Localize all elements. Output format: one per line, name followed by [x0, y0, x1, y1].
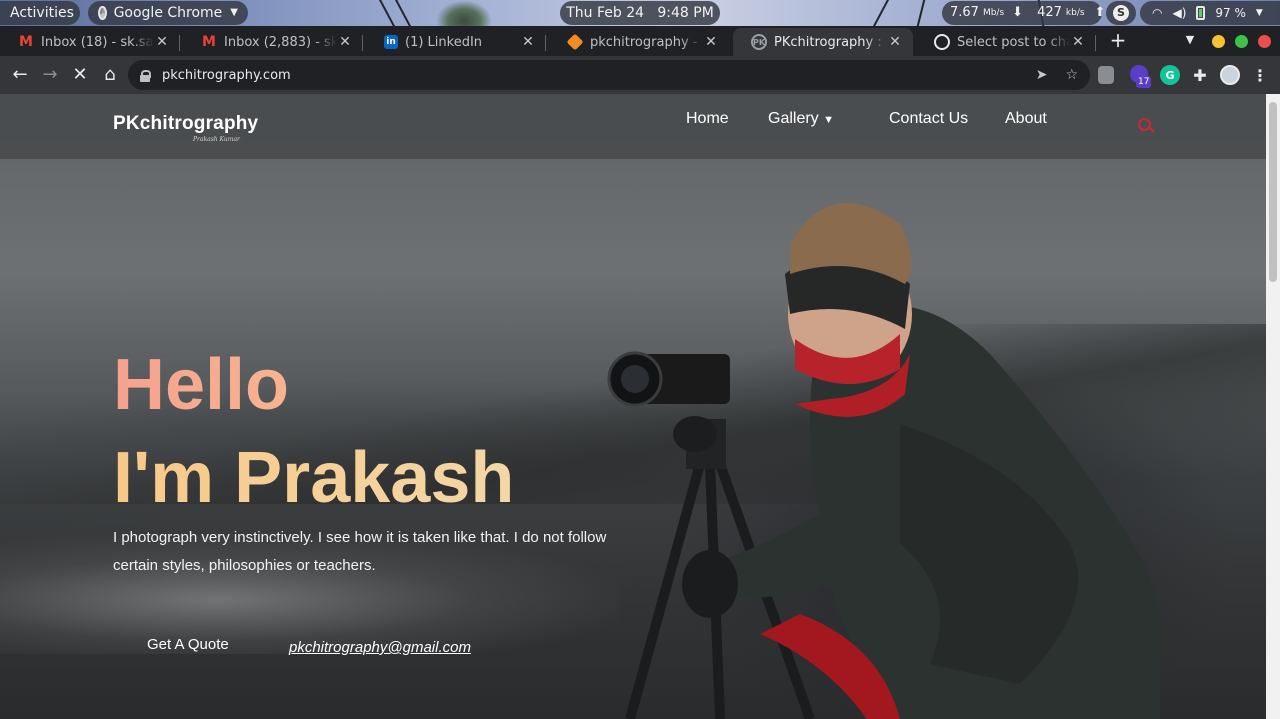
tab-pkchitrography-active[interactable]: PK PKchitrography : D ✕: [733, 28, 913, 56]
site-logo-signature: Prakash Kumar: [193, 136, 240, 143]
address-bar[interactable]: pkchitrography.com ➤ ☆: [128, 60, 1090, 90]
new-tab-button[interactable]: +: [1106, 28, 1130, 52]
skype-icon: S: [1113, 5, 1129, 21]
nav-contact-link[interactable]: Contact Us: [889, 110, 968, 128]
tab-title: pkchitrography - S3: [590, 34, 703, 50]
system-menu-button[interactable]: ◠ ◀) 97 % ▼: [1140, 1, 1280, 25]
tab-gmail-1[interactable]: M Inbox (18) - sk.santosh ✕: [0, 28, 180, 56]
clock-label: Thu Feb 24 9:48 PM: [566, 5, 714, 21]
hero-name: I'm Prakash: [113, 438, 515, 518]
system-top-bar: Activities Google Chrome ▼ Thu Feb 24 9:…: [0, 0, 1280, 26]
wallpaper-line: [872, 0, 890, 26]
profile-avatar[interactable]: [1220, 65, 1240, 85]
maximize-button[interactable]: [1235, 35, 1248, 48]
minimize-button[interactable]: [1212, 35, 1225, 48]
gmail-icon: M: [19, 34, 33, 50]
email-link[interactable]: pkchitrography@gmail.com: [289, 639, 471, 656]
app-menu-label: Google Chrome: [113, 5, 223, 21]
close-icon[interactable]: ✕: [1070, 34, 1086, 50]
stop-loading-icon[interactable]: ✕: [67, 62, 93, 88]
nav-about-link[interactable]: About: [1005, 110, 1047, 128]
net-down-value: 7.67: [950, 5, 979, 20]
tab-title: (1) LinkedIn: [405, 34, 483, 50]
caret-down-icon: ▼: [823, 114, 835, 126]
gmail-icon: M: [202, 34, 216, 50]
tab-select-post[interactable]: Select post to change ✕: [916, 28, 1096, 56]
kebab-menu-icon[interactable]: ⋮: [1250, 65, 1270, 85]
url-text[interactable]: pkchitrography.com: [162, 68, 291, 83]
close-icon[interactable]: ✕: [703, 34, 719, 50]
close-icon[interactable]: ✕: [520, 34, 536, 50]
tab-strip: M Inbox (18) - sk.santosh ✕ M Inbox (2,8…: [0, 26, 1280, 56]
chrome-icon: [98, 6, 107, 20]
tab-title: Inbox (2,883) - skumar: [224, 34, 337, 50]
arrow-down-icon: ⬇: [1012, 5, 1024, 20]
globe-icon: [934, 34, 950, 50]
grammarly-icon[interactable]: G: [1160, 65, 1180, 85]
activities-label: Activities: [10, 5, 74, 21]
close-icon[interactable]: ✕: [887, 34, 903, 50]
nav-home-link[interactable]: Home: [686, 110, 729, 128]
nav-gallery-label: Gallery: [768, 110, 819, 127]
arrow-up-icon: ⬆: [1094, 5, 1106, 20]
scrollbar-thumb[interactable]: [1269, 102, 1277, 282]
net-down-unit: Mb/s: [982, 8, 1005, 18]
page-scrollbar[interactable]: [1266, 94, 1280, 719]
send-icon[interactable]: ➤: [1036, 67, 1048, 83]
wallpaper-line: [915, 0, 927, 26]
net-speed-indicator[interactable]: 7.67 Mb/s ⬇ 427 kb/s ⬆: [942, 1, 1105, 25]
get-quote-button[interactable]: Get A Quote: [147, 636, 229, 653]
back-arrow-icon[interactable]: ←: [7, 62, 33, 88]
tab-linkedin[interactable]: in (1) LinkedIn ✕: [366, 28, 546, 56]
linkedin-icon: in: [384, 35, 398, 49]
wallpaper-line: [394, 0, 412, 26]
hero-greeting: Hello: [113, 345, 290, 425]
skype-tray-button[interactable]: S: [1106, 1, 1136, 25]
photographer-photo: [607, 203, 1162, 719]
battery-label: 97 %: [1215, 6, 1246, 20]
star-bookmark-icon[interactable]: ☆: [1065, 67, 1078, 83]
net-up-unit: kb/s: [1065, 8, 1085, 18]
tab-gmail-2[interactable]: M Inbox (2,883) - skumar ✕: [183, 28, 363, 56]
battery-icon: [1196, 6, 1206, 20]
volume-icon: ◀): [1172, 6, 1187, 20]
tab-title: PKchitrography : D: [774, 34, 887, 50]
site-navbar: PKchitrography Prakash Kumar Home Galler…: [0, 94, 1266, 159]
activities-button[interactable]: Activities: [0, 1, 80, 25]
home-icon[interactable]: ⌂: [97, 62, 123, 88]
hero-description: I photograph very instinctively. I see h…: [113, 529, 607, 574]
close-icon[interactable]: ✕: [154, 34, 170, 50]
caret-down-icon: ▼: [230, 7, 238, 18]
clock-button[interactable]: Thu Feb 24 9:48 PM: [560, 1, 720, 25]
tab-title: Select post to change: [957, 34, 1070, 50]
puzzle-extensions-icon[interactable]: ✚: [1190, 65, 1210, 85]
box-icon: [566, 33, 584, 51]
site-logo[interactable]: PKchitrography: [113, 113, 258, 135]
extension-badge: 17: [1136, 76, 1152, 88]
nav-gallery-link[interactable]: Gallery ▼: [768, 110, 834, 128]
close-window-button[interactable]: [1258, 35, 1271, 48]
wifi-icon: ◠: [1152, 6, 1163, 20]
net-up-value: 427: [1037, 5, 1062, 20]
page-viewport: PKchitrography Prakash Kumar Home Galler…: [0, 94, 1266, 719]
wallpaper-line: [378, 0, 396, 26]
close-icon[interactable]: ✕: [337, 34, 353, 50]
caret-down-icon: ▼: [1255, 8, 1263, 18]
forward-arrow-icon[interactable]: →: [37, 62, 63, 88]
lock-icon: [140, 69, 151, 82]
wallpaper-tree: [436, 0, 492, 26]
browser-toolbar: ← → ✕ ⌂ pkchitrography.com ➤ ☆ 17 G ✚ ⋮: [0, 56, 1280, 94]
pk-icon: PK: [751, 34, 767, 50]
app-menu-button[interactable]: Google Chrome ▼: [88, 1, 248, 25]
search-icon[interactable]: [1138, 118, 1151, 131]
tab-s3[interactable]: pkchitrography - S3 ✕: [549, 28, 729, 56]
tab-title: Inbox (18) - sk.santosh: [41, 34, 154, 50]
shield-extension-icon[interactable]: [1098, 66, 1114, 84]
tab-search-chevron-icon[interactable]: ▼: [1180, 28, 1200, 52]
